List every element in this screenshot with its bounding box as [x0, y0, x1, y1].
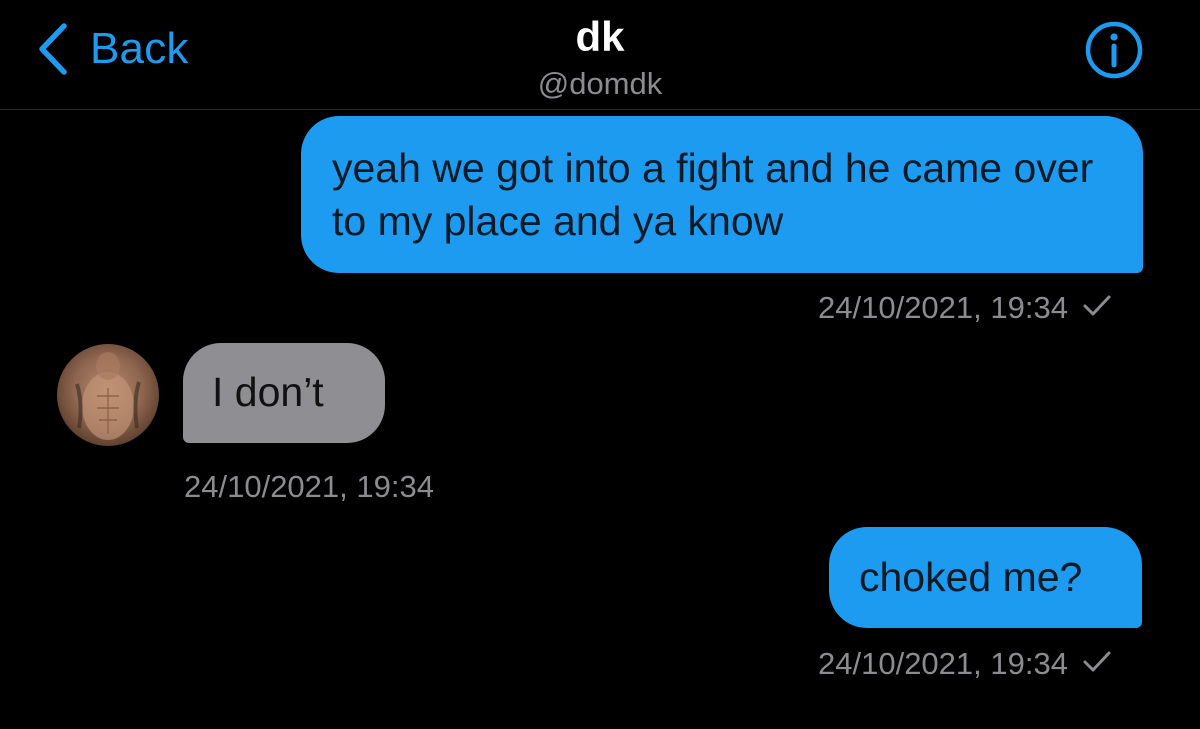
info-button[interactable]: [1084, 20, 1144, 80]
conversation-title-block[interactable]: dk @domdk: [0, 14, 1200, 104]
message-timestamp: 24/10/2021, 19:34: [184, 469, 434, 504]
message-meta: 24/10/2021, 19:34: [818, 290, 1112, 326]
message-meta: 24/10/2021, 19:34: [184, 469, 434, 505]
message-bubble-incoming[interactable]: I don’t: [183, 343, 385, 443]
conversation-header: Back dk @domdk: [0, 0, 1200, 110]
message-timestamp: 24/10/2021, 19:34: [818, 290, 1068, 325]
avatar[interactable]: [57, 344, 159, 446]
page-title: dk: [575, 13, 625, 60]
message-bubble-outgoing[interactable]: yeah we got into a fight and he came ove…: [301, 116, 1143, 273]
info-icon: [1084, 20, 1144, 80]
message-bubble-outgoing[interactable]: choked me?: [829, 527, 1142, 628]
message-timestamp: 24/10/2021, 19:34: [818, 646, 1068, 681]
checkmark-icon: [1082, 290, 1112, 326]
user-handle: @domdk: [537, 66, 663, 101]
checkmark-icon: [1082, 646, 1112, 682]
message-meta: 24/10/2021, 19:34: [818, 646, 1112, 682]
